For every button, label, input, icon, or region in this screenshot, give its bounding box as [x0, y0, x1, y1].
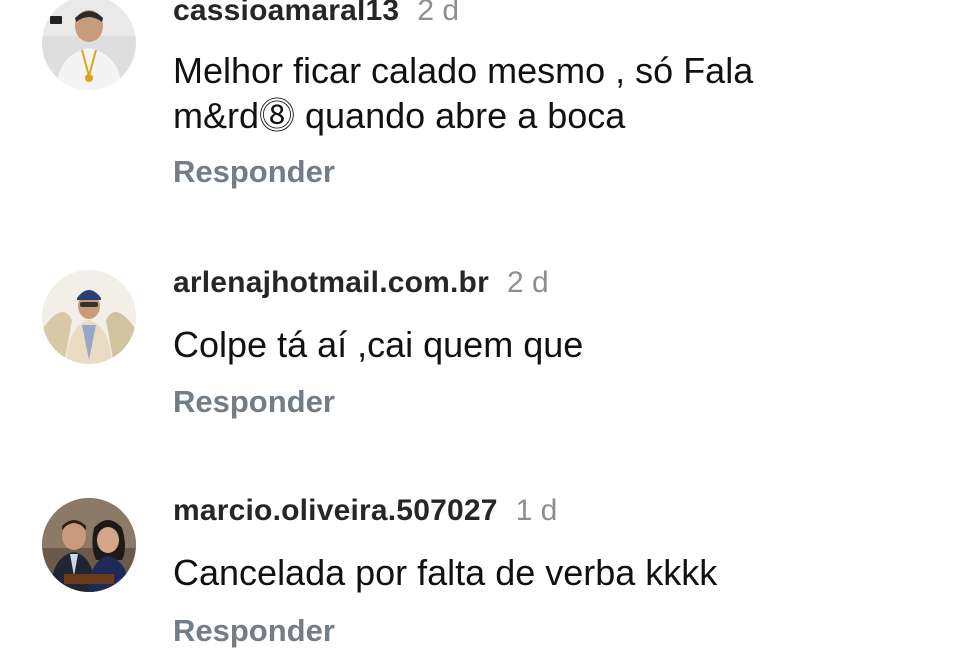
user-avatar-icon: [42, 0, 136, 90]
reply-button[interactable]: Responder: [173, 613, 335, 649]
reply-button[interactable]: Responder: [173, 384, 335, 420]
reply-button[interactable]: Responder: [173, 154, 335, 190]
comment-text-line: Cancelada por falta de verba kkkk: [173, 552, 718, 593]
timestamp: 2 d: [417, 0, 460, 27]
username[interactable]: cassioamaral13: [173, 0, 399, 27]
comment-text-line: Colpe tá aí ,cai quem que: [173, 324, 584, 365]
comment-text: Melhor ficar calado mesmo , só Fala m&rd…: [173, 48, 933, 138]
comment-header: cassioamaral13 2 d: [173, 0, 459, 28]
username[interactable]: arlenajhotmail.com.br: [173, 266, 489, 299]
comment-header: marcio.oliveira.507027 1 d: [173, 494, 557, 528]
user-avatar-icon: [42, 498, 136, 592]
comment-header: arlenajhotmail.com.br 2 d: [173, 266, 549, 300]
avatar[interactable]: [42, 270, 136, 364]
comment-text-line: m&rd⓼ quando abre a boca: [173, 95, 626, 136]
comment-text: Colpe tá aí ,cai quem que: [173, 322, 933, 367]
username[interactable]: marcio.oliveira.507027: [173, 494, 498, 527]
comment-text: Cancelada por falta de verba kkkk: [173, 550, 933, 595]
avatar[interactable]: [42, 0, 136, 90]
comment-text-line: Melhor ficar calado mesmo , só Fala: [173, 50, 754, 91]
timestamp: 2 d: [506, 266, 549, 299]
avatar[interactable]: [42, 498, 136, 592]
timestamp: 1 d: [515, 494, 558, 527]
user-avatar-icon: [42, 270, 136, 364]
